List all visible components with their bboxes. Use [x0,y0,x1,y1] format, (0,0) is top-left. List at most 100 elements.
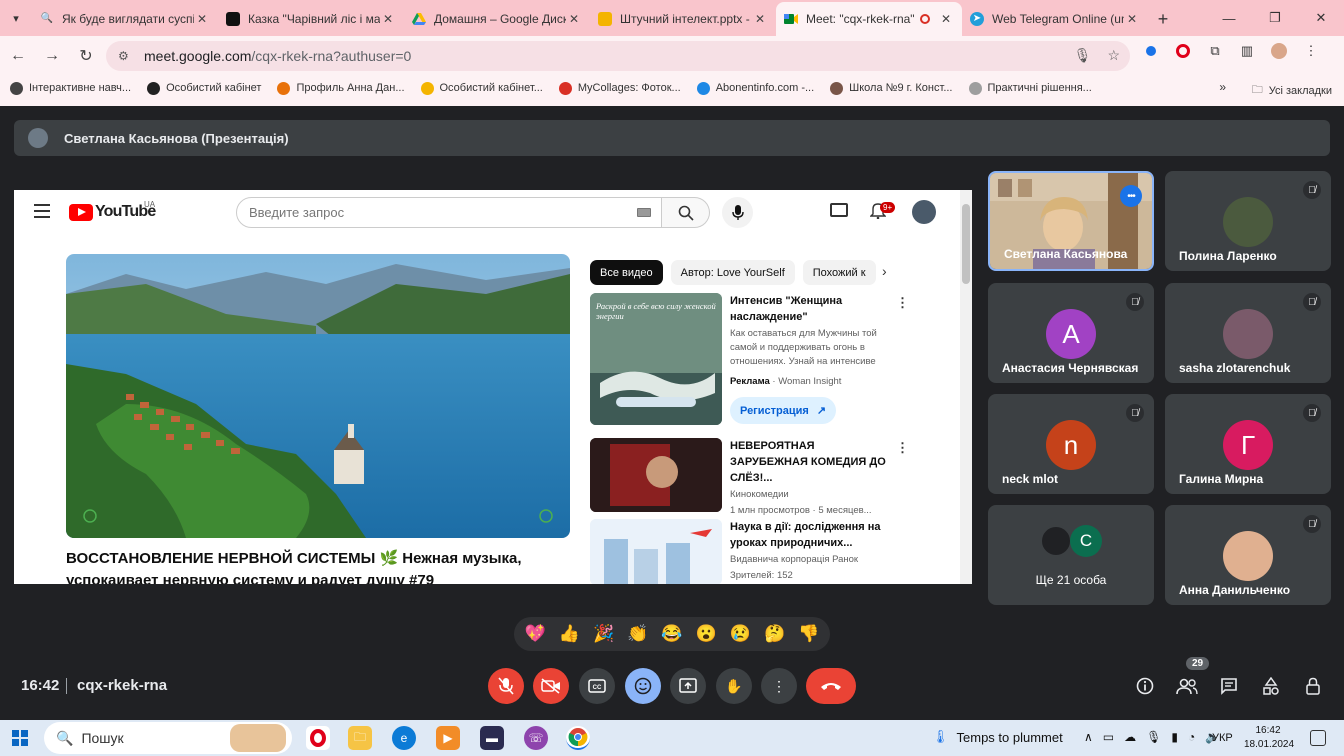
site-info-icon[interactable]: ⚙ [118,49,134,63]
reload-icon[interactable]: ↻ [70,40,102,72]
bookmark-item[interactable]: Особистий кабінет [147,81,261,95]
cloud-icon[interactable]: ☁ [1124,730,1136,744]
app-taskbar-icon[interactable]: ▶ [436,726,460,750]
more-options-icon[interactable]: ⋮ [896,295,909,311]
participant-tile[interactable]: 🎙̸ sasha zlotarenchuk [1165,283,1331,383]
browser-tab[interactable]: Казка "Чарівний ліс і маг ✕ [218,2,404,36]
close-icon[interactable]: ✕ [566,12,582,26]
more-options-icon[interactable]: ⋮ [896,440,909,456]
profile-avatar-icon[interactable] [1268,40,1290,62]
new-tab-button[interactable]: + [1148,2,1178,36]
youtube-logo[interactable]: YouTube [69,203,156,221]
bookmark-item[interactable]: Abonentinfo.com -... [696,81,814,95]
browser-tab[interactable]: Домашня – Google Диск ✕ [404,2,590,36]
viber-icon[interactable]: ☏ [524,726,548,750]
bookmark-star-icon[interactable]: ☆ [1107,47,1120,64]
file-explorer-icon[interactable]: 🗀 [348,726,372,750]
browser-tab[interactable]: ➤ Web Telegram Online (unc ✕ [962,2,1148,36]
activities-icon[interactable] [1259,674,1283,698]
extensions-puzzle-icon[interactable]: ⧉ [1204,40,1226,62]
menu-kebab-icon[interactable]: ⋮ [1300,40,1322,62]
chip-author[interactable]: Автор: Love YourSelf [670,260,795,285]
browser-tab-active[interactable]: Meet: "cqx-rkek-rna" ✕ [776,2,962,36]
chevron-right-icon[interactable]: › [882,263,887,279]
mic-toggle-button[interactable] [488,668,524,704]
more-options-button[interactable]: ⋮ [761,668,797,704]
reaction-sad[interactable]: 😢 [730,624,751,644]
close-icon[interactable]: ✕ [938,12,954,26]
browser-tab[interactable]: 🔍 Як буде виглядати суспільс ✕ [32,2,218,36]
bookmarks-overflow-icon[interactable]: » [1219,80,1226,94]
taskbar-search[interactable]: 🔍 Пошук [44,722,292,754]
maximize-icon[interactable]: ❐ [1252,0,1298,36]
bookmark-item[interactable]: Інтерактивне навч... [10,81,131,95]
app-taskbar-icon[interactable]: ▬ [480,726,504,750]
keyboard-icon[interactable] [637,208,651,217]
close-window-icon[interactable]: ✕ [1298,0,1344,36]
wifi-icon[interactable]: ◔ [1188,730,1195,744]
recommended-video[interactable]: Наука в дії: дослідження на уроках приро… [590,519,950,584]
participant-tile[interactable]: 🎙̸ n neck mlot [988,394,1154,494]
keyboard-language[interactable]: УКР [1212,732,1233,744]
host-controls-icon[interactable] [1301,674,1325,698]
hamburger-menu-icon[interactable] [34,204,50,218]
reaction-party[interactable]: 🎉 [593,624,614,644]
reaction-clap[interactable]: 👏 [627,624,648,644]
reaction-heart[interactable]: 💖 [525,624,546,644]
meeting-info-icon[interactable] [1133,674,1157,698]
participant-tile[interactable]: 🎙̸ A Анастасия Чернявская [988,283,1154,383]
minimize-icon[interactable]: — [1206,0,1252,36]
participant-tile[interactable]: ••• Светлана Касьянова [988,171,1154,271]
scrollbar[interactable] [960,190,972,584]
chat-icon[interactable] [1217,674,1241,698]
clipboard-icon[interactable]: ▭ [1103,730,1114,744]
raise-hand-button[interactable]: ✋ [716,668,752,704]
taskbar-clock[interactable]: 16:42 18.01.2024 [1244,724,1294,752]
bookmark-item[interactable]: Профиль Анна Дан... [277,81,405,95]
reaction-laugh[interactable]: 😂 [661,624,682,644]
sidepanel-icon[interactable]: ▥ [1236,40,1258,62]
notifications-icon[interactable] [1310,730,1326,746]
chrome-icon[interactable] [566,726,590,750]
bookmark-item[interactable]: Особистий кабінет... [420,81,543,95]
windows-start-icon[interactable] [12,730,28,746]
participant-tile[interactable]: 🎙̸ Анна Данильченко [1165,505,1331,605]
close-icon[interactable]: ✕ [380,12,396,26]
battery-icon[interactable]: ▮ [1171,730,1178,744]
bookmark-item[interactable]: Практичні рішення... [968,81,1092,95]
participant-tile[interactable]: 🎙̸ Г Галина Мирна [1165,394,1331,494]
microphone-icon[interactable]: 🎙 [1074,47,1092,64]
chip-similar[interactable]: Похожий к [802,260,876,285]
browser-tab[interactable]: Штучний інтелект.pptx - G ✕ [590,2,776,36]
chip-all-videos[interactable]: Все видео [590,260,663,285]
people-icon[interactable] [1175,674,1199,698]
reaction-thinking[interactable]: 🤔 [764,624,785,644]
close-icon[interactable]: ✕ [752,12,768,26]
camera-toggle-button[interactable] [533,668,569,704]
reaction-surprised[interactable]: 😮 [696,624,717,644]
scrollbar-thumb[interactable] [962,204,970,284]
close-icon[interactable]: ✕ [194,12,210,26]
video-player[interactable] [66,254,570,538]
weather-widget[interactable]: 🌡 Temps to plummet [932,729,1063,745]
edge-icon[interactable]: e [392,726,416,750]
close-icon[interactable]: ✕ [1124,12,1140,26]
youtube-account-avatar[interactable] [912,200,936,224]
reactions-button[interactable] [625,668,661,704]
recommended-ad[interactable]: Раскрой в себе всю силу женской энергии … [590,293,950,427]
opera-icon[interactable] [1172,40,1194,62]
create-video-icon[interactable] [830,203,848,217]
captions-button[interactable]: CC [579,668,615,704]
voice-search-icon[interactable] [722,197,753,228]
participant-tile[interactable]: 🎙̸ Полина Ларенко [1165,171,1331,271]
present-button[interactable] [670,668,706,704]
microphone-icon[interactable]: 🎙 [1146,730,1161,744]
youtube-search-input[interactable]: Введите запрос [236,197,662,228]
extension-dot-icon[interactable] [1140,40,1162,62]
chevron-up-icon[interactable]: ∧ [1084,730,1093,744]
bookmark-item[interactable]: Школа №9 г. Конст... [830,81,953,95]
reaction-thumbs-down[interactable]: 👎 [798,624,819,644]
tab-search-button[interactable]: ▾ [0,0,32,36]
back-icon[interactable]: ← [2,40,34,72]
all-bookmarks-button[interactable]: 🗀 Усі закладки [1252,81,1332,100]
